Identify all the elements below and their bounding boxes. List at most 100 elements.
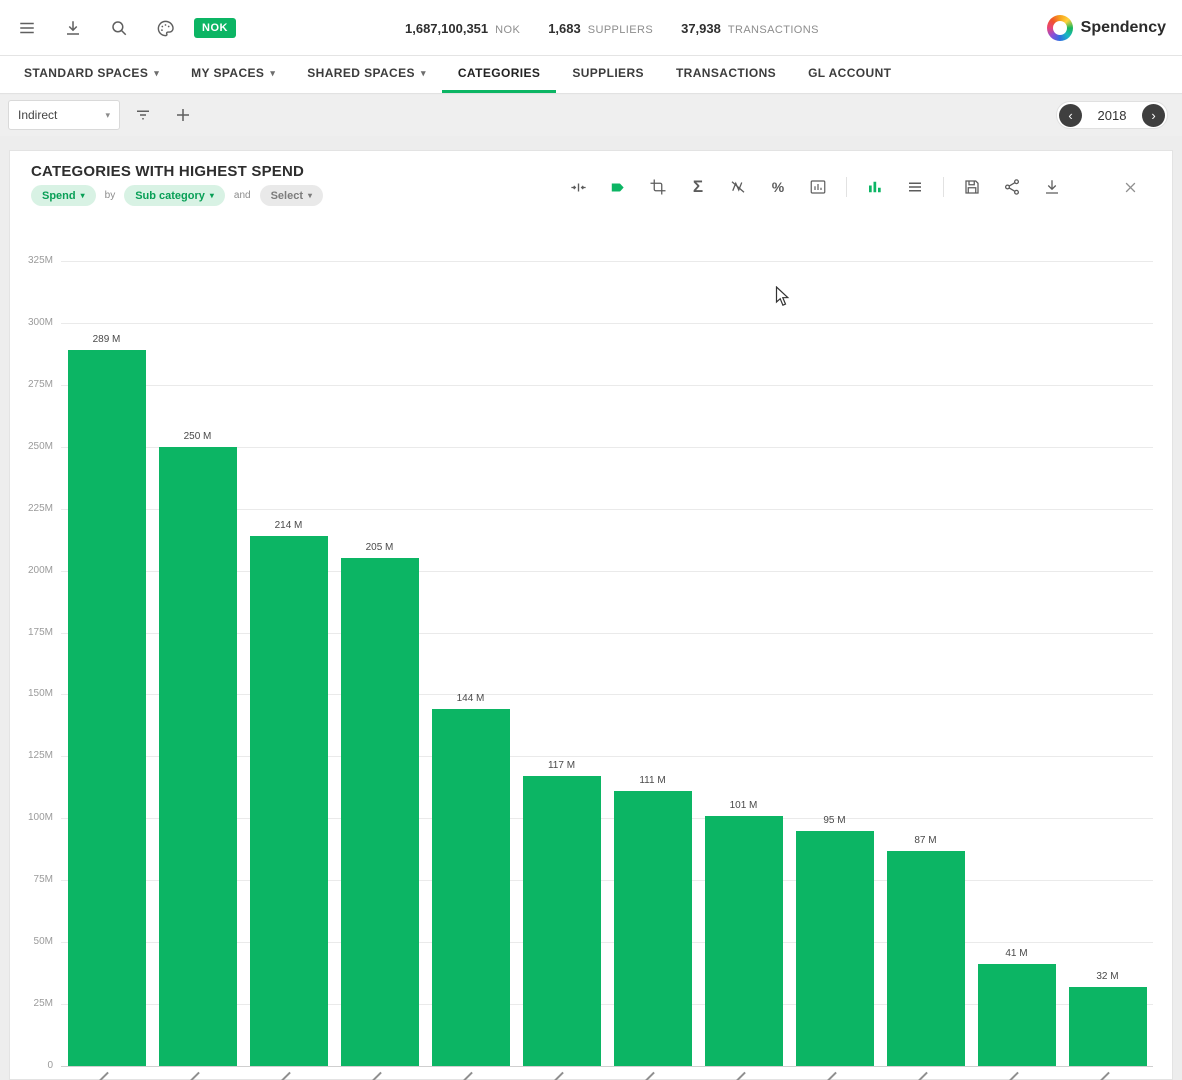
year-label: 2018	[1092, 108, 1132, 123]
tab-shared-spaces[interactable]: SHARED SPACES▾	[291, 56, 442, 93]
bar-sub-category[interactable]	[341, 558, 419, 1066]
currency-badge[interactable]: NOK	[194, 18, 236, 38]
x-axis-label-truncated	[553, 1072, 564, 1080]
tab-label: GL ACCOUNT	[808, 66, 891, 80]
close-chart-button[interactable]	[1115, 173, 1145, 201]
secondary-dimension-pill[interactable]: Select ▾	[260, 185, 323, 206]
bar-sub-category[interactable]	[159, 447, 237, 1066]
filter-button[interactable]	[126, 98, 160, 132]
share-button[interactable]	[992, 173, 1032, 201]
measure-pill[interactable]: Spend ▾	[31, 185, 96, 206]
bar-value-label: 250 M	[152, 431, 243, 442]
bar-sub-category[interactable]	[796, 831, 874, 1066]
bar-value-label: 289 M	[61, 334, 152, 345]
bar-value-label: 111 M	[607, 775, 698, 786]
tab-suppliers[interactable]: SUPPLIERS	[556, 56, 660, 93]
tab-categories[interactable]: CATEGORIES	[442, 56, 556, 93]
chevron-down-icon: ▾	[210, 191, 214, 200]
toolbar-divider	[846, 177, 847, 197]
benchmark-button[interactable]	[798, 173, 838, 201]
merge-arrows-icon	[569, 178, 588, 197]
y-axis-tick-label: 275M	[7, 379, 53, 390]
exclude-button[interactable]	[718, 173, 758, 201]
and-label: and	[234, 190, 251, 201]
chart-config-row: Spend▾ by Sub category▾ and Select▾	[31, 185, 323, 206]
y-axis-tick-label: 250M	[7, 441, 53, 452]
tab-transactions[interactable]: TRANSACTIONS	[660, 56, 792, 93]
selected-category: Indirect	[18, 108, 57, 122]
theme-button[interactable]	[148, 11, 182, 45]
gridline	[61, 1066, 1153, 1067]
tab-my-spaces[interactable]: MY SPACES▾	[175, 56, 291, 93]
stat-value: 1,683	[548, 21, 581, 36]
sum-button[interactable]: Σ	[678, 173, 718, 201]
tab-label: CATEGORIES	[458, 66, 540, 80]
gridline	[61, 385, 1153, 386]
chevron-down-icon: ▾	[154, 68, 159, 79]
dimension-pill-label: Sub category	[135, 190, 205, 202]
strike-zigzag-icon	[729, 178, 747, 196]
bar-sub-category[interactable]	[432, 709, 510, 1066]
x-axis-label-truncated	[826, 1072, 837, 1080]
bar-sub-category[interactable]	[705, 816, 783, 1066]
tab-standard-spaces[interactable]: STANDARD SPACES▾	[8, 56, 175, 93]
table-view-button[interactable]	[895, 173, 935, 201]
topbar: NOK 1,687,100,351 NOK 1,683 SUPPLIERS 37…	[0, 0, 1182, 56]
label-mode-button[interactable]	[598, 173, 638, 201]
stat-label: SUPPLIERS	[588, 24, 653, 36]
save-button[interactable]	[952, 173, 992, 201]
x-axis-label-truncated	[1099, 1072, 1110, 1080]
x-axis-label-truncated	[371, 1072, 382, 1080]
bar-value-label: 205 M	[334, 542, 425, 553]
y-axis-tick-label: 50M	[7, 936, 53, 947]
close-icon	[1123, 180, 1138, 195]
chevron-down-icon: ▾	[81, 191, 85, 200]
stat-label: TRANSACTIONS	[728, 24, 819, 36]
add-widget-button[interactable]	[166, 98, 200, 132]
x-axis-label-truncated	[917, 1072, 928, 1080]
toolbar-divider	[943, 177, 944, 197]
stat-suppliers: 1,683 SUPPLIERS	[548, 21, 653, 36]
tag-icon	[609, 178, 628, 197]
next-year-button[interactable]: ›	[1142, 104, 1165, 127]
bar-value-label: 117 M	[516, 760, 607, 771]
chart-toolbar: Σ %	[558, 173, 1072, 201]
bar-sub-category[interactable]	[614, 791, 692, 1066]
bar-chart-view-button[interactable]	[855, 173, 895, 201]
search-icon	[110, 19, 128, 37]
export-button[interactable]	[1032, 173, 1072, 201]
gridline	[61, 323, 1153, 324]
topbar-left: NOK	[10, 0, 236, 56]
bar-sub-category[interactable]	[523, 776, 601, 1066]
bar-sub-category[interactable]	[887, 851, 965, 1066]
percent-button[interactable]: %	[758, 173, 798, 201]
category-tree-select[interactable]: Indirect ▾	[8, 100, 120, 130]
palette-icon	[156, 19, 175, 38]
measure-pill-label: Spend	[42, 190, 76, 202]
tab-gl-account[interactable]: GL ACCOUNT	[792, 56, 907, 93]
search-button[interactable]	[102, 11, 136, 45]
y-axis-tick-label: 325M	[7, 255, 53, 266]
bar-sub-category[interactable]	[978, 964, 1056, 1066]
download-report-button[interactable]	[56, 11, 90, 45]
hamburger-icon	[18, 19, 36, 37]
stat-value: 37,938	[681, 21, 721, 36]
bar-value-label: 41 M	[971, 948, 1062, 959]
crop-button[interactable]	[638, 173, 678, 201]
previous-year-button[interactable]: ‹	[1059, 104, 1082, 127]
chevron-down-icon: ▾	[308, 191, 312, 200]
hamburger-menu-button[interactable]	[10, 11, 44, 45]
secondary-dimension-label: Select	[271, 190, 303, 202]
filter-bar: Indirect ▾ ‹ 2018 ›	[0, 95, 1182, 136]
bar-sub-category[interactable]	[68, 350, 146, 1066]
dimension-pill[interactable]: Sub category ▾	[124, 185, 225, 206]
bar-sub-category[interactable]	[1069, 987, 1147, 1066]
x-axis-label-truncated	[98, 1072, 109, 1080]
y-axis-tick-label: 175M	[7, 627, 53, 638]
bar-value-label: 32 M	[1062, 971, 1153, 982]
merge-categories-button[interactable]	[558, 173, 598, 201]
chevron-down-icon: ▾	[270, 68, 275, 79]
chart-plot: 025M50M75M100M125M150M175M200M225M250M27…	[61, 261, 1153, 1066]
bar-sub-category[interactable]	[250, 536, 328, 1066]
tab-label: SUPPLIERS	[572, 66, 644, 80]
